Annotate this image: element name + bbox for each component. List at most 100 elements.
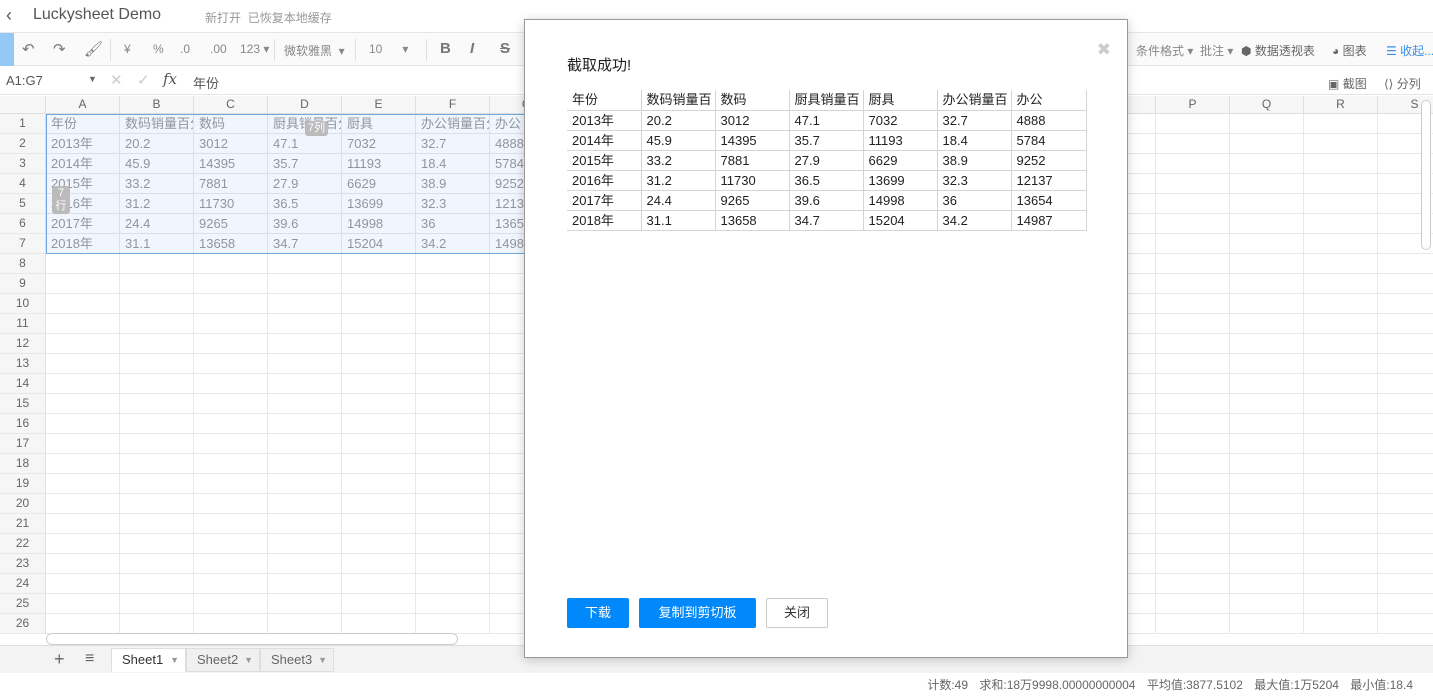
grid-cell[interactable] (46, 494, 120, 514)
grid-cell[interactable] (1304, 374, 1378, 394)
grid-cell[interactable] (1230, 274, 1304, 294)
grid-cell[interactable] (1230, 374, 1304, 394)
cell-reference-box[interactable]: A1:G7 (6, 73, 43, 88)
grid-cell[interactable] (194, 474, 268, 494)
confirm-icon[interactable]: ✓ (137, 71, 150, 89)
grid-cell[interactable] (1230, 354, 1304, 374)
grid-cell[interactable] (1156, 314, 1230, 334)
grid-cell[interactable] (194, 354, 268, 374)
grid-cell[interactable] (268, 494, 342, 514)
grid-cell[interactable] (1156, 214, 1230, 234)
grid-cell[interactable] (1378, 414, 1433, 434)
grid-cell[interactable] (1230, 514, 1304, 534)
grid-cell[interactable] (1378, 374, 1433, 394)
grid-cell[interactable] (342, 294, 416, 314)
grid-cell[interactable] (1230, 434, 1304, 454)
grid-cell[interactable] (1156, 554, 1230, 574)
grid-cell[interactable] (342, 454, 416, 474)
grid-cell[interactable] (120, 554, 194, 574)
grid-cell[interactable] (416, 614, 490, 634)
row-header[interactable]: 16 (0, 414, 46, 434)
grid-cell[interactable] (1378, 614, 1433, 634)
grid-cell[interactable] (268, 454, 342, 474)
sheet-tab[interactable]: Sheet1▼ (111, 648, 186, 672)
grid-cell[interactable] (194, 334, 268, 354)
grid-cell[interactable] (268, 314, 342, 334)
row-header[interactable]: 26 (0, 614, 46, 634)
grid-cell[interactable] (120, 374, 194, 394)
row-header[interactable]: 1 (0, 114, 46, 134)
grid-cell[interactable] (342, 414, 416, 434)
grid-cell[interactable] (120, 274, 194, 294)
grid-cell[interactable] (1378, 574, 1433, 594)
grid-cell[interactable] (1230, 114, 1304, 134)
grid-cell[interactable] (1156, 514, 1230, 534)
grid-cell[interactable] (194, 374, 268, 394)
grid-cell[interactable] (194, 554, 268, 574)
grid-cell[interactable] (46, 574, 120, 594)
grid-cell[interactable] (1304, 254, 1378, 274)
number-format-dropdown[interactable]: 123 ▾ (240, 42, 269, 56)
grid-cell[interactable] (1230, 254, 1304, 274)
grid-cell[interactable] (268, 514, 342, 534)
grid-cell[interactable] (416, 454, 490, 474)
grid-cell[interactable] (120, 614, 194, 634)
grid-cell[interactable] (342, 494, 416, 514)
grid-cell[interactable] (1156, 414, 1230, 434)
strikethrough-button[interactable]: S (500, 40, 510, 57)
grid-cell[interactable] (46, 334, 120, 354)
grid-cell[interactable] (342, 314, 416, 334)
grid-cell[interactable] (342, 254, 416, 274)
increase-decimal-button[interactable]: .00 (210, 42, 227, 56)
row-header[interactable]: 25 (0, 594, 46, 614)
grid-cell[interactable] (268, 434, 342, 454)
chart-button[interactable]: ◕ 图表 (1332, 42, 1367, 59)
close-button[interactable]: 关闭 (766, 598, 828, 628)
grid-cell[interactable] (46, 614, 120, 634)
row-header[interactable]: 3 (0, 154, 46, 174)
grid-cell[interactable] (268, 334, 342, 354)
grid-cell[interactable] (120, 334, 194, 354)
grid-cell[interactable] (1156, 334, 1230, 354)
grid-cell[interactable] (120, 574, 194, 594)
row-header[interactable]: 14 (0, 374, 46, 394)
grid-cell[interactable] (268, 354, 342, 374)
grid-cell[interactable] (416, 514, 490, 534)
download-button[interactable]: 下载 (567, 598, 629, 628)
grid-cell[interactable] (1156, 494, 1230, 514)
horizontal-scrollbar[interactable] (46, 633, 458, 645)
grid-cell[interactable] (416, 474, 490, 494)
grid-cell[interactable] (416, 394, 490, 414)
grid-cell[interactable] (46, 294, 120, 314)
grid-cell[interactable] (120, 534, 194, 554)
format-painter-icon[interactable]: 🖌 (84, 40, 103, 58)
grid-cell[interactable] (268, 294, 342, 314)
grid-cell[interactable] (1156, 474, 1230, 494)
column-header[interactable]: A (46, 96, 120, 114)
row-header[interactable]: 21 (0, 514, 46, 534)
grid-cell[interactable] (194, 534, 268, 554)
grid-cell[interactable] (1304, 514, 1378, 534)
grid-cell[interactable] (268, 574, 342, 594)
row-header[interactable]: 17 (0, 434, 46, 454)
grid-cell[interactable] (1304, 134, 1378, 154)
font-size-dropdown[interactable]: 10 ▾ (369, 42, 408, 56)
grid-cell[interactable] (416, 314, 490, 334)
row-header[interactable]: 11 (0, 314, 46, 334)
grid-cell[interactable] (416, 374, 490, 394)
grid-cell[interactable] (1378, 434, 1433, 454)
grid-cell[interactable] (342, 594, 416, 614)
grid-cell[interactable] (1378, 274, 1433, 294)
sheet-tab[interactable]: Sheet3▼ (260, 648, 334, 672)
grid-cell[interactable] (268, 594, 342, 614)
grid-cell[interactable] (342, 394, 416, 414)
grid-cell[interactable] (1304, 234, 1378, 254)
grid-cell[interactable] (268, 614, 342, 634)
grid-cell[interactable] (268, 394, 342, 414)
grid-cell[interactable] (1156, 274, 1230, 294)
grid-cell[interactable] (416, 574, 490, 594)
chevron-down-icon[interactable]: ▼ (88, 74, 97, 84)
grid-cell[interactable] (194, 434, 268, 454)
grid-cell[interactable] (268, 474, 342, 494)
grid-cell[interactable] (1378, 514, 1433, 534)
